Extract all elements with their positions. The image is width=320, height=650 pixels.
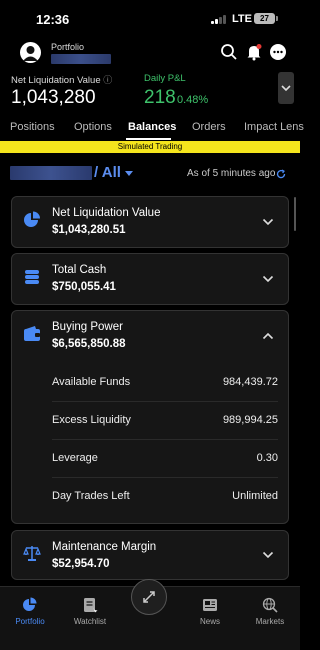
available-funds-value: 984,439.72 — [222, 376, 278, 388]
chevron-up-icon[interactable] — [262, 332, 274, 340]
network-label: LTE — [232, 13, 252, 25]
daily-pnl-label: Daily P&L — [144, 73, 186, 84]
tab-impact-lens[interactable]: Impact Lens — [244, 121, 304, 133]
expand-summary-button[interactable] — [278, 72, 294, 104]
trade-arrows-icon — [143, 591, 155, 603]
coins-icon — [25, 270, 39, 284]
buying-power-card-title: Buying Power — [52, 321, 123, 333]
total-cash-card[interactable]: Total Cash $750,055.41 — [11, 253, 289, 305]
top-bar: Portfolio — [0, 38, 300, 68]
leverage-label: Leverage — [52, 452, 98, 464]
nlv-card[interactable]: Net Liquidation Value $1,043,280.51 — [11, 196, 289, 248]
nav-markets-label: Markets — [255, 617, 285, 626]
tab-positions[interactable]: Positions — [10, 121, 55, 133]
more-icon[interactable] — [269, 43, 287, 61]
chevron-down-icon — [262, 218, 274, 226]
bell-icon[interactable] — [245, 43, 263, 61]
info-icon[interactable]: ⓘ — [103, 75, 112, 85]
available-funds-row: Available Funds 984,439.72 — [52, 364, 278, 402]
buying-power-card-value: $6,565,850.88 — [52, 338, 126, 350]
account-selector[interactable]: / All — [94, 164, 121, 181]
scrollbar[interactable] — [294, 197, 296, 231]
net-liquidation-label: Net Liquidation Value ⓘ — [11, 75, 113, 86]
search-icon[interactable] — [220, 43, 238, 61]
watchlist-icon — [84, 598, 98, 613]
nav-markets[interactable]: Markets — [240, 597, 300, 626]
caret-down-icon[interactable] — [125, 171, 133, 176]
account-selector-row: / All As of 5 minutes ago — [0, 162, 300, 186]
available-funds-label: Available Funds — [52, 376, 131, 388]
chevron-down-icon — [262, 275, 274, 283]
tab-bar: Positions Options Balances Orders Impact… — [0, 118, 304, 140]
wallet-icon — [24, 326, 40, 341]
trade-button[interactable] — [131, 579, 167, 615]
total-cash-card-value: $750,055.41 — [52, 281, 116, 293]
active-tab-indicator — [126, 138, 171, 140]
nav-portfolio[interactable]: Portfolio — [0, 597, 60, 626]
avatar[interactable] — [20, 42, 41, 63]
leverage-value: 0.30 — [256, 452, 278, 464]
pie-chart-icon — [23, 597, 37, 611]
day-trades-left-row: Day Trades Left Unlimited — [52, 478, 278, 516]
scales-icon — [23, 546, 41, 561]
signal-icon — [211, 15, 226, 24]
tab-orders[interactable]: Orders — [192, 121, 226, 133]
globe-search-icon — [262, 597, 278, 613]
daily-pnl-value: 218 — [144, 87, 176, 108]
chevron-down-icon — [262, 551, 274, 559]
nav-news[interactable]: News — [180, 597, 240, 626]
bottom-nav: Portfolio Watchlist News Markets — [0, 579, 300, 650]
news-icon — [203, 599, 217, 611]
day-trades-left-value: Unlimited — [232, 490, 278, 502]
battery-icon: 27 — [254, 13, 278, 24]
excess-liquidity-value: 989,994.25 — [222, 414, 278, 426]
maintenance-margin-card[interactable]: Maintenance Margin $52,954.70 — [11, 530, 289, 580]
nav-news-label: News — [199, 617, 220, 626]
as-of-timestamp: As of 5 minutes ago — [187, 168, 276, 179]
clock: 12:36 — [36, 12, 70, 27]
excess-liquidity-row: Excess Liquidity 989,994.25 — [52, 402, 278, 440]
nav-watchlist-label: Watchlist — [73, 617, 107, 626]
simulated-trading-banner: Simulated Trading — [0, 141, 300, 153]
leverage-row: Leverage 0.30 — [52, 440, 278, 478]
daily-pnl-percent: 0.48% — [177, 94, 209, 106]
net-liquidation-value: 1,043,280 — [11, 87, 96, 108]
account-id-redacted — [51, 54, 111, 64]
total-cash-card-title: Total Cash — [52, 264, 107, 276]
refresh-icon[interactable] — [276, 169, 286, 179]
nlv-card-value: $1,043,280.51 — [52, 224, 126, 236]
chevron-down-icon — [281, 85, 291, 92]
nav-watchlist[interactable]: Watchlist — [60, 597, 120, 626]
account-name-redacted — [10, 166, 92, 180]
nlv-card-title: Net Liquidation Value — [52, 207, 161, 219]
tab-options[interactable]: Options — [74, 121, 112, 133]
day-trades-left-label: Day Trades Left — [52, 490, 130, 502]
maintenance-margin-card-value: $52,954.70 — [52, 558, 110, 570]
maintenance-margin-card-title: Maintenance Margin — [52, 541, 157, 553]
status-bar: 12:36 LTE 27 — [0, 0, 300, 38]
portfolio-label: Portfolio — [51, 42, 85, 52]
nav-portfolio-label: Portfolio — [15, 617, 45, 626]
pie-chart-icon — [24, 211, 40, 227]
excess-liquidity-label: Excess Liquidity — [52, 414, 131, 426]
buying-power-card: Buying Power $6,565,850.88 Available Fun… — [11, 310, 289, 524]
tab-balances[interactable]: Balances — [128, 121, 176, 133]
